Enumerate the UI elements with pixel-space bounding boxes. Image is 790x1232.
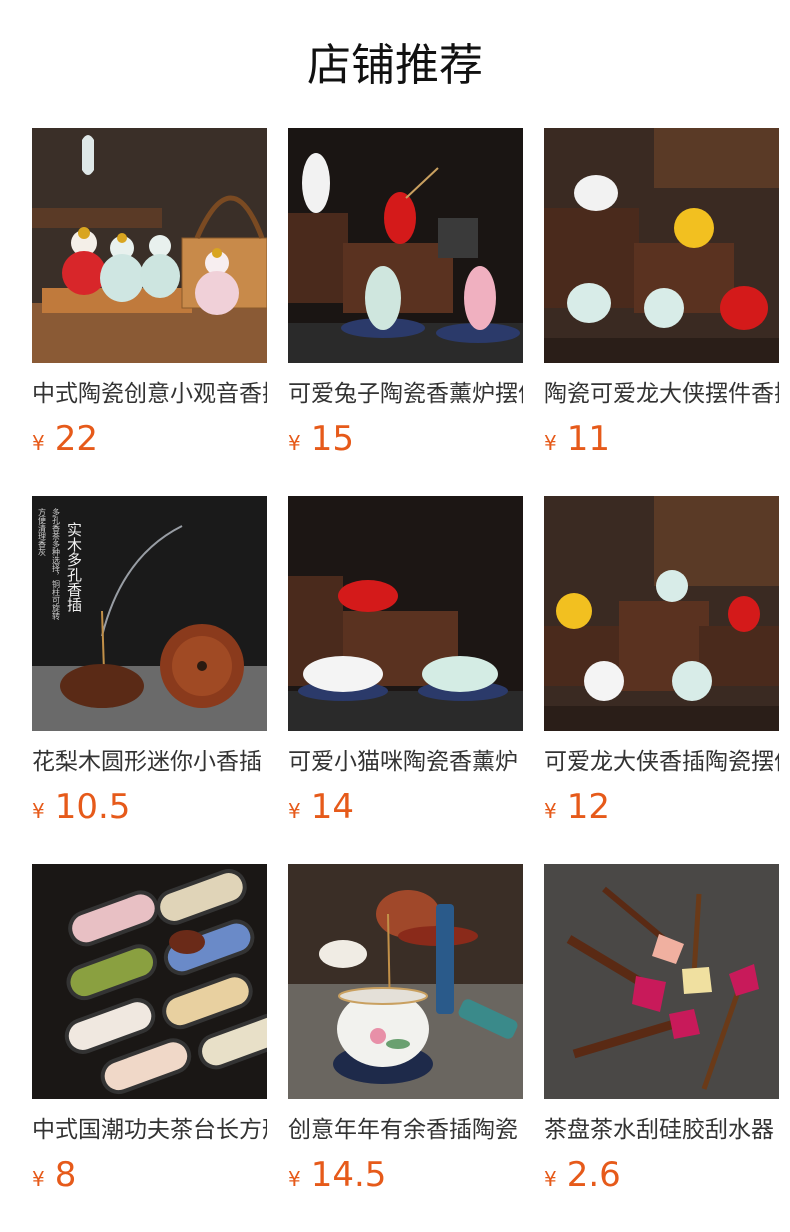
product-name[interactable]: 可爱兔子陶瓷香薰炉摆件 bbox=[288, 379, 523, 409]
product-price: ¥8 bbox=[32, 1157, 267, 1193]
product-card[interactable]: 茶盘茶水刮硅胶刮水器 ¥2.6 bbox=[544, 864, 779, 1232]
currency-symbol: ¥ bbox=[288, 1167, 301, 1191]
product-image[interactable] bbox=[288, 864, 523, 1099]
product-name[interactable]: 中式陶瓷创意小观音香插 bbox=[32, 379, 267, 409]
price-amount: 12 bbox=[566, 787, 610, 827]
product-card[interactable]: 中式陶瓷创意小观音香插 ¥22 bbox=[32, 128, 267, 496]
product-name[interactable]: 可爱小猫咪陶瓷香薰炉 bbox=[288, 747, 523, 777]
currency-symbol: ¥ bbox=[544, 1167, 557, 1191]
product-name[interactable]: 创意年年有余香插陶瓷 bbox=[288, 1115, 523, 1145]
currency-symbol: ¥ bbox=[32, 799, 45, 823]
product-image[interactable] bbox=[544, 496, 779, 731]
price-amount: 14 bbox=[310, 787, 354, 827]
product-card[interactable]: 中式国潮功夫茶台长方形 ¥8 bbox=[32, 864, 267, 1232]
price-amount: 14.5 bbox=[310, 1155, 387, 1195]
product-card[interactable]: 实木多孔香插 多孔香茶多种选择，铜柱可旋转 方便清理香灰 花梨木圆形迷你小香插 … bbox=[32, 496, 267, 864]
product-name[interactable]: 茶盘茶水刮硅胶刮水器 bbox=[544, 1115, 779, 1145]
price-amount: 8 bbox=[54, 1155, 77, 1195]
product-grid: 中式陶瓷创意小观音香插 ¥22 可爱兔子陶瓷香薰炉摆件 ¥ 15 陶瓷可爱龙大侠… bbox=[32, 128, 779, 1232]
product-price: ¥22 bbox=[32, 421, 267, 457]
product-card[interactable]: 可爱兔子陶瓷香薰炉摆件 ¥15 bbox=[288, 128, 523, 496]
currency-symbol: ¥ bbox=[544, 799, 557, 823]
product-price: ¥10.5 bbox=[32, 789, 267, 825]
product-image[interactable] bbox=[32, 128, 267, 363]
product-card[interactable]: 创意年年有余香插陶瓷 ¥14.5 bbox=[288, 864, 523, 1232]
product-image[interactable] bbox=[288, 128, 523, 363]
incense-holder-desc-1: 多孔香茶多种选择，铜柱可旋转 bbox=[52, 507, 61, 621]
product-price: ¥2.6 bbox=[544, 1157, 779, 1193]
product-name[interactable]: 陶瓷可爱龙大侠摆件香插 bbox=[544, 379, 779, 409]
product-price: ¥15 bbox=[288, 421, 523, 457]
price-amount: 11 bbox=[566, 419, 610, 459]
price-amount: 22 bbox=[54, 419, 98, 459]
product-card[interactable]: 可爱龙大侠香插陶瓷摆件 ¥12 bbox=[544, 496, 779, 864]
product-price: ¥14 bbox=[288, 789, 523, 825]
currency-symbol: ¥ bbox=[32, 1167, 45, 1191]
price-amount: 2.6 bbox=[566, 1155, 621, 1195]
currency-symbol: ¥ bbox=[544, 431, 557, 455]
product-image[interactable]: 实木多孔香插 多孔香茶多种选择，铜柱可旋转 方便清理香灰 bbox=[32, 496, 267, 731]
currency-symbol: ¥ bbox=[288, 431, 301, 455]
currency-symbol: ¥ bbox=[32, 431, 45, 455]
product-price: ¥14.5 bbox=[288, 1157, 523, 1193]
product-image[interactable] bbox=[544, 864, 779, 1099]
product-card[interactable]: 可爱小猫咪陶瓷香薰炉 ¥14 bbox=[288, 496, 523, 864]
product-image[interactable] bbox=[288, 496, 523, 731]
incense-holder-heading: 实木多孔香插 bbox=[65, 522, 83, 612]
product-image[interactable] bbox=[544, 128, 779, 363]
product-image[interactable] bbox=[32, 864, 267, 1099]
page-title: 店铺推荐 bbox=[307, 40, 483, 91]
price-amount: 15 bbox=[310, 419, 354, 459]
product-card[interactable]: 陶瓷可爱龙大侠摆件香插 ¥11 bbox=[544, 128, 779, 496]
price-amount: 10.5 bbox=[54, 787, 131, 827]
product-name[interactable]: 花梨木圆形迷你小香插 bbox=[32, 747, 267, 777]
incense-holder-desc-2: 方便清理香灰 bbox=[38, 507, 47, 557]
product-price: ¥12 bbox=[544, 789, 779, 825]
currency-symbol: ¥ bbox=[288, 799, 301, 823]
product-price: ¥11 bbox=[544, 421, 779, 457]
product-name[interactable]: 中式国潮功夫茶台长方形 bbox=[32, 1115, 267, 1145]
product-name[interactable]: 可爱龙大侠香插陶瓷摆件 bbox=[544, 747, 779, 777]
